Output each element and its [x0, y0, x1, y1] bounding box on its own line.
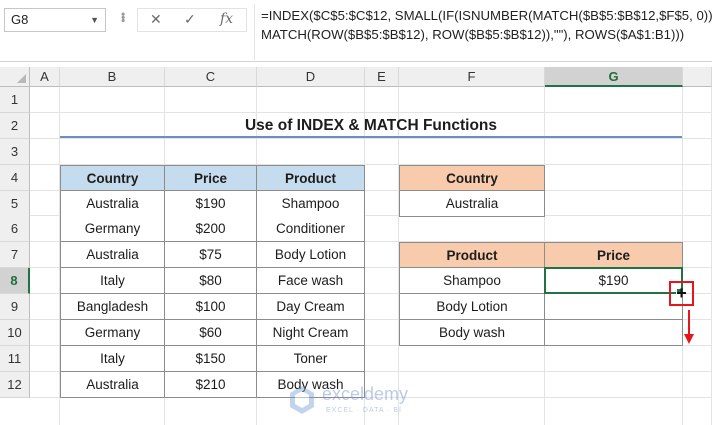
main-table-cell[interactable]: Australia — [60, 242, 165, 268]
result-table-cell[interactable]: Body Lotion — [399, 294, 545, 320]
name-box-value: G8 — [11, 12, 29, 27]
result-table-header[interactable]: Product — [399, 242, 545, 268]
select-all-button[interactable] — [0, 67, 30, 87]
column-header-g[interactable]: G — [545, 67, 683, 87]
criteria-header[interactable]: Country — [399, 165, 545, 191]
main-table-cell[interactable]: Day Cream — [257, 294, 365, 320]
cancel-icon[interactable]: ✕ — [150, 11, 162, 28]
formula-input[interactable]: =INDEX($C$5:$C$12, SMALL(IF(ISNUMBER(MAT… — [254, 4, 712, 60]
enter-icon[interactable]: ✓ — [184, 11, 196, 28]
main-table-header[interactable]: Country — [60, 165, 165, 191]
crosshair-cursor-icon: + — [676, 283, 687, 303]
result-table-cell[interactable]: Shampoo — [399, 268, 545, 294]
main-table-header[interactable]: Price — [165, 165, 257, 191]
column-header-filler — [683, 67, 712, 87]
result-table-cell[interactable] — [545, 294, 683, 320]
name-box[interactable]: G8 ▼ — [4, 8, 106, 32]
row-header-9[interactable]: 9 — [0, 294, 30, 320]
result-table-cell[interactable]: Body wash — [399, 320, 545, 346]
main-table-cell[interactable]: $150 — [165, 346, 257, 372]
result-table-cell[interactable] — [545, 320, 683, 346]
chevron-down-icon[interactable]: ▼ — [90, 9, 99, 31]
row-header-5[interactable]: 5 — [0, 191, 30, 217]
main-table-cell[interactable]: Face wash — [257, 268, 365, 294]
more-options-icon: ••• — [116, 12, 130, 22]
row-header-7[interactable]: 7 — [0, 242, 30, 268]
row-header-4[interactable]: 4 — [0, 165, 30, 191]
row-header-2[interactable]: 2 — [0, 113, 30, 139]
main-table-cell[interactable]: $60 — [165, 320, 257, 346]
watermark-tagline: EXCEL · DATA · BI — [326, 407, 402, 414]
column-header-e[interactable]: E — [365, 67, 399, 87]
column-header-a[interactable]: A — [30, 67, 60, 87]
grid-line — [30, 138, 712, 139]
main-table-cell[interactable]: Italy — [60, 346, 165, 372]
main-table-cell[interactable]: $80 — [165, 268, 257, 294]
row-header-12[interactable]: 12 — [0, 372, 30, 398]
main-table-cell[interactable]: Conditioner — [257, 216, 365, 242]
main-table-header[interactable]: Product — [257, 165, 365, 191]
main-table-cell[interactable]: $75 — [165, 242, 257, 268]
main-table-cell[interactable]: $210 — [165, 372, 257, 398]
row-header-8[interactable]: 8 — [0, 268, 30, 294]
main-table-cell[interactable]: $100 — [165, 294, 257, 320]
main-table-cell[interactable]: $200 — [165, 216, 257, 242]
row-header-6[interactable]: 6 — [0, 216, 30, 242]
watermark-brand: exceldemy — [322, 384, 408, 404]
row-header-11[interactable]: 11 — [0, 346, 30, 372]
active-cell-border — [544, 267, 683, 294]
formula-line-1: =INDEX($C$5:$C$12, SMALL(IF(ISNUMBER(MAT… — [261, 8, 712, 23]
column-header-f[interactable]: F — [399, 67, 545, 87]
main-table-cell[interactable]: Shampoo — [257, 191, 365, 217]
row-header-1[interactable]: 1 — [0, 87, 30, 113]
drag-down-arrow-icon — [684, 310, 694, 344]
sheet-title: Use of INDEX & MATCH Functions — [60, 113, 682, 138]
main-table-cell[interactable]: $190 — [165, 191, 257, 217]
main-table-cell[interactable]: Toner — [257, 346, 365, 372]
main-table-cell[interactable]: Bangladesh — [60, 294, 165, 320]
main-table-cell[interactable]: Germany — [60, 320, 165, 346]
main-table-cell[interactable]: Australia — [60, 372, 165, 398]
formula-line-2: MATCH(ROW($B$5:$B$12), ROW($B$5:$B$12)),… — [261, 27, 685, 42]
exceldemy-logo: exceldemy EXCEL · DATA · BI — [286, 380, 436, 416]
row-header-3[interactable]: 3 — [0, 139, 30, 165]
main-table-cell[interactable]: Night Cream — [257, 320, 365, 346]
column-header-b[interactable]: B — [60, 67, 165, 87]
main-table-cell[interactable]: Australia — [60, 191, 165, 217]
result-table-header[interactable]: Price — [545, 242, 683, 268]
column-header-c[interactable]: C — [165, 67, 257, 87]
criteria-value[interactable]: Australia — [399, 191, 545, 217]
main-table-cell[interactable]: Germany — [60, 216, 165, 242]
main-table-cell[interactable]: Body Lotion — [257, 242, 365, 268]
fx-icon[interactable]: fx — [220, 11, 233, 27]
formula-buttons: ✕ ✓ fx — [137, 8, 247, 32]
main-table-cell[interactable]: Italy — [60, 268, 165, 294]
row-header-10[interactable]: 10 — [0, 320, 30, 346]
column-header-d[interactable]: D — [257, 67, 365, 87]
